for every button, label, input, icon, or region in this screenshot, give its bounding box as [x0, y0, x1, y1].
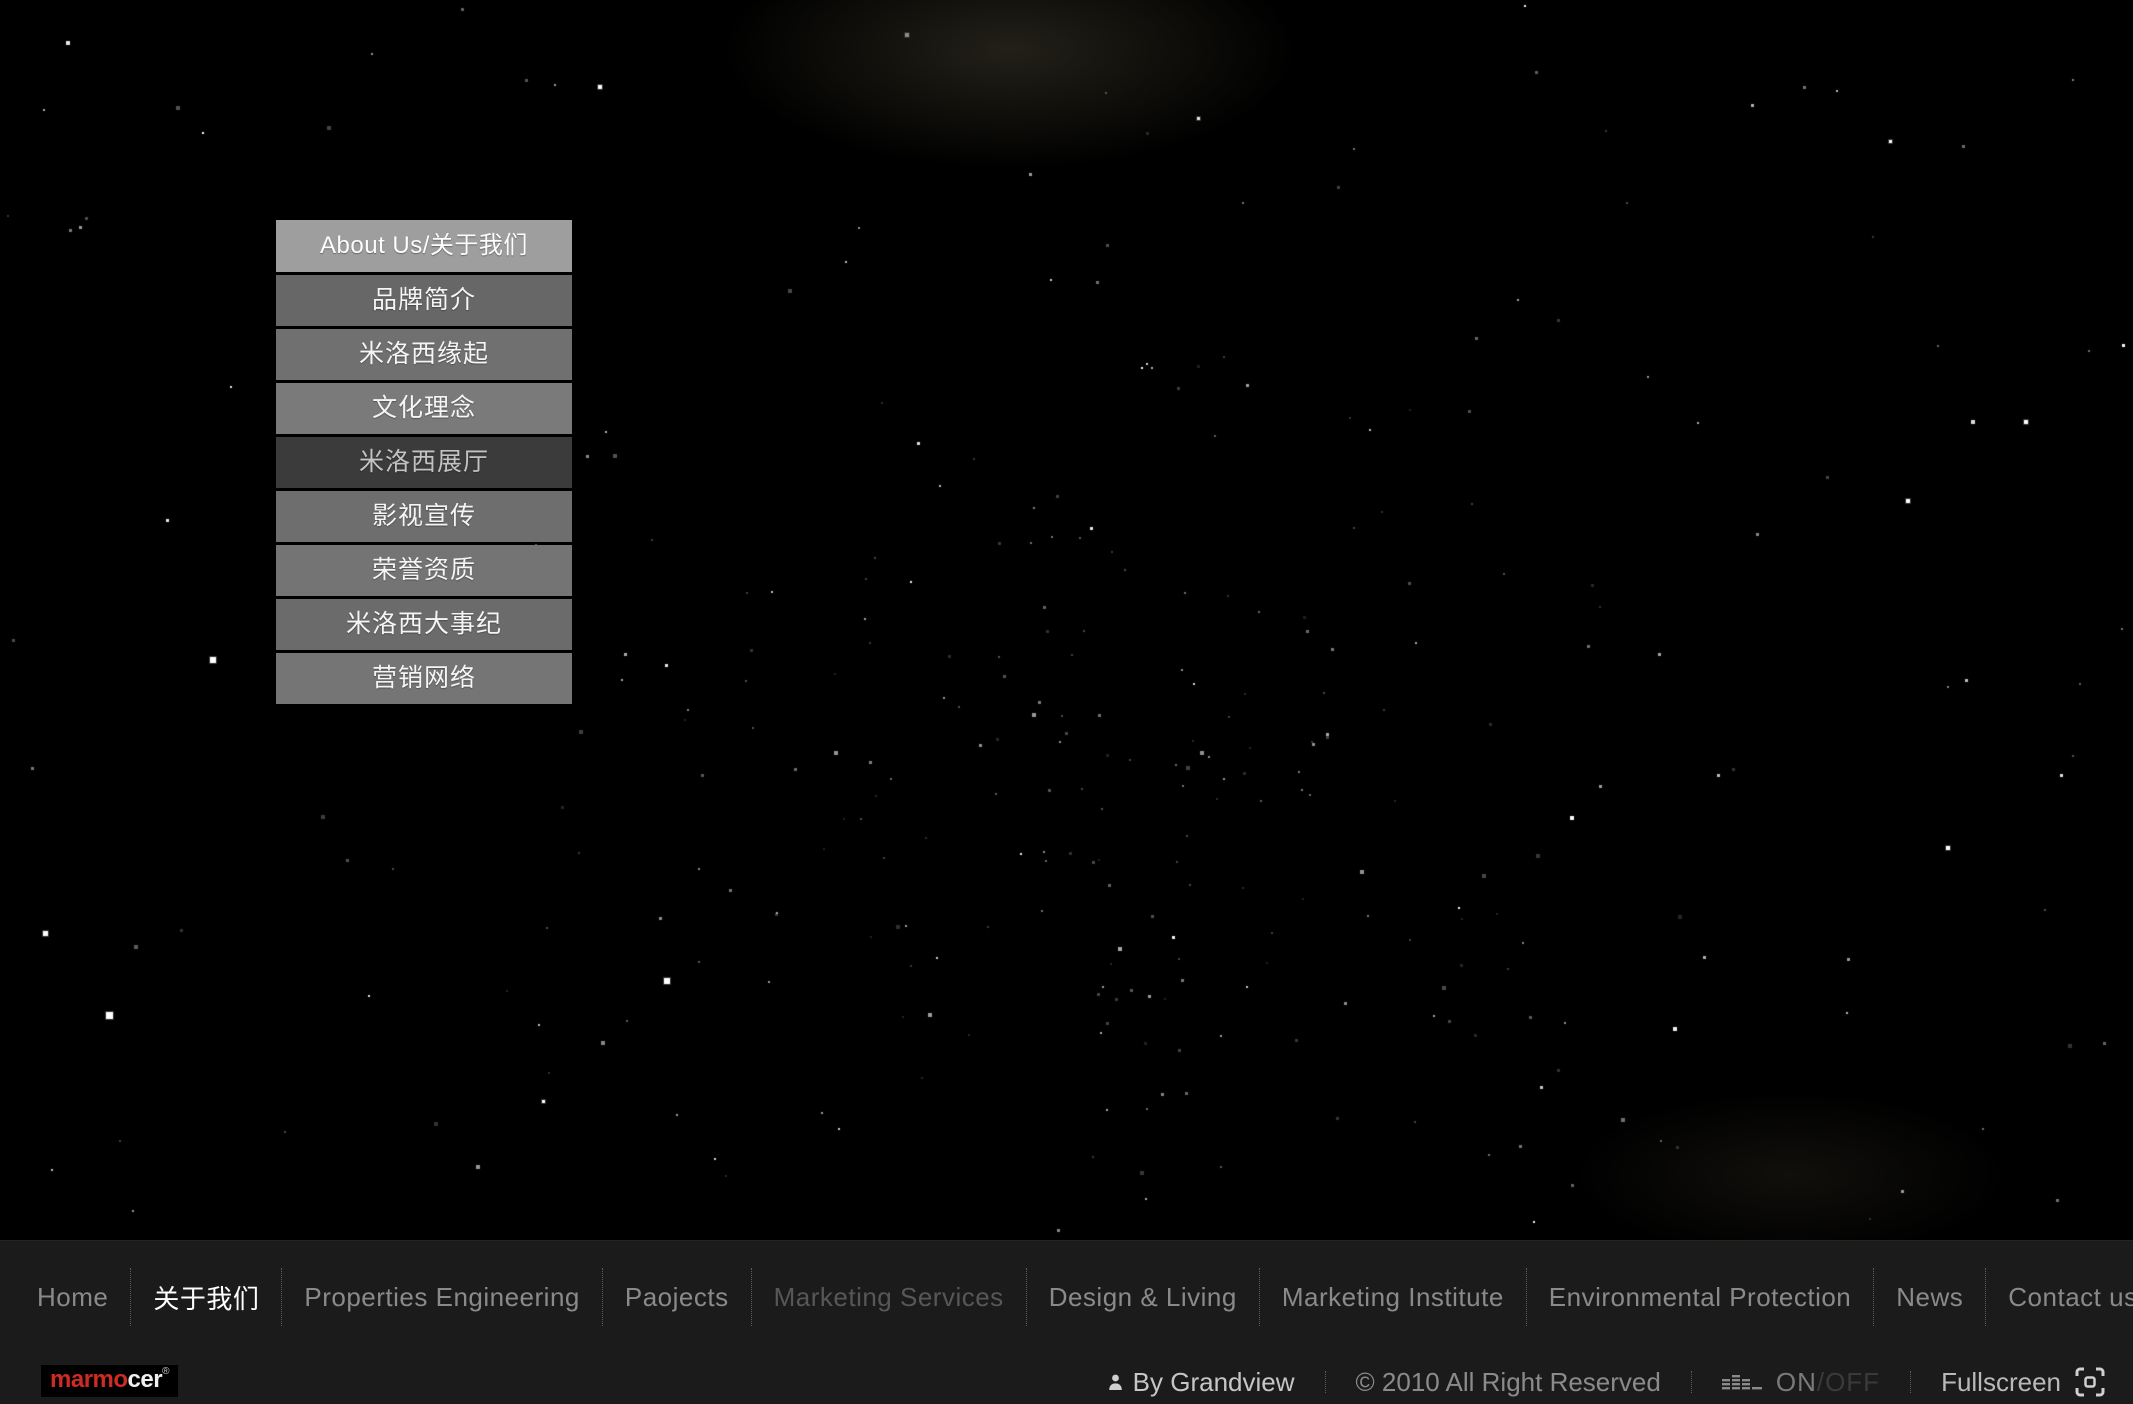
brand-logo-text-red: marmo	[50, 1366, 128, 1393]
nav-item-properties-engineering[interactable]: Properties Engineering	[282, 1282, 602, 1313]
footer: marmocer® By Grandview © 2010 All Right …	[0, 1359, 2133, 1404]
submenu-item-brand-profile[interactable]: 品牌简介	[276, 275, 572, 326]
nav-item-environmental-protection[interactable]: Environmental Protection	[1527, 1282, 1873, 1313]
nav-item-news[interactable]: News	[1874, 1282, 1985, 1313]
submenu-item-miloxi-milestones[interactable]: 米洛西大事纪	[276, 599, 572, 650]
nav-item-about-us[interactable]: 关于我们	[131, 1279, 281, 1316]
footer-separator	[1691, 1371, 1692, 1393]
footer-separator	[1325, 1371, 1326, 1393]
credit-label: By Grandview	[1133, 1367, 1295, 1398]
sound-toggle[interactable]: ON/OFF	[1722, 1367, 1880, 1398]
submenu-item-honors-qualifications[interactable]: 荣誉资质	[276, 545, 572, 596]
bottom-bar: Home 关于我们 Properties Engineering Paoject…	[0, 1240, 2133, 1404]
sound-on-label: ON	[1776, 1367, 1817, 1398]
nav-item-marketing-services[interactable]: Marketing Services	[752, 1282, 1026, 1313]
fullscreen-label: Fullscreen	[1941, 1367, 2061, 1398]
about-submenu: About Us/关于我们 品牌简介 米洛西缘起 文化理念 米洛西展厅 影视宣传…	[276, 220, 572, 704]
main-nav: Home 关于我们 Properties Engineering Paoject…	[0, 1241, 2133, 1353]
brand-logo[interactable]: marmocer®	[41, 1365, 178, 1397]
nav-item-marketing-institute[interactable]: Marketing Institute	[1260, 1282, 1526, 1313]
submenu-item-marketing-network[interactable]: 营销网络	[276, 653, 572, 704]
equalizer-icon	[1722, 1371, 1764, 1393]
person-icon	[1108, 1374, 1123, 1391]
nav-item-paojects[interactable]: Paojects	[603, 1282, 751, 1313]
nav-item-home[interactable]: Home	[15, 1282, 130, 1313]
brand-logo-text-white: cer	[128, 1366, 163, 1393]
submenu-item-miloxi-origin[interactable]: 米洛西缘起	[276, 329, 572, 380]
submenu-item-culture-concept[interactable]: 文化理念	[276, 383, 572, 434]
fullscreen-icon	[2075, 1367, 2105, 1397]
registered-trademark-icon: ®	[162, 1366, 169, 1377]
submenu-item-video-promotion[interactable]: 影视宣传	[276, 491, 572, 542]
copyright-text: © 2010 All Right Reserved	[1356, 1367, 1661, 1398]
credit-by-grandview[interactable]: By Grandview	[1108, 1367, 1295, 1398]
submenu-item-miloxi-showroom[interactable]: 米洛西展厅	[276, 437, 572, 488]
fullscreen-button[interactable]: Fullscreen	[1941, 1367, 2105, 1398]
nav-item-design-living[interactable]: Design & Living	[1027, 1282, 1259, 1313]
footer-right: By Grandview © 2010 All Right Reserved	[1108, 1359, 2105, 1404]
page-background: About Us/关于我们 品牌简介 米洛西缘起 文化理念 米洛西展厅 影视宣传…	[0, 0, 2133, 1404]
nav-item-contact-us[interactable]: Contact us	[1986, 1282, 2133, 1313]
footer-separator	[1910, 1371, 1911, 1393]
sound-off-label: /OFF	[1817, 1367, 1880, 1398]
submenu-header-about-us[interactable]: About Us/关于我们	[276, 220, 572, 272]
